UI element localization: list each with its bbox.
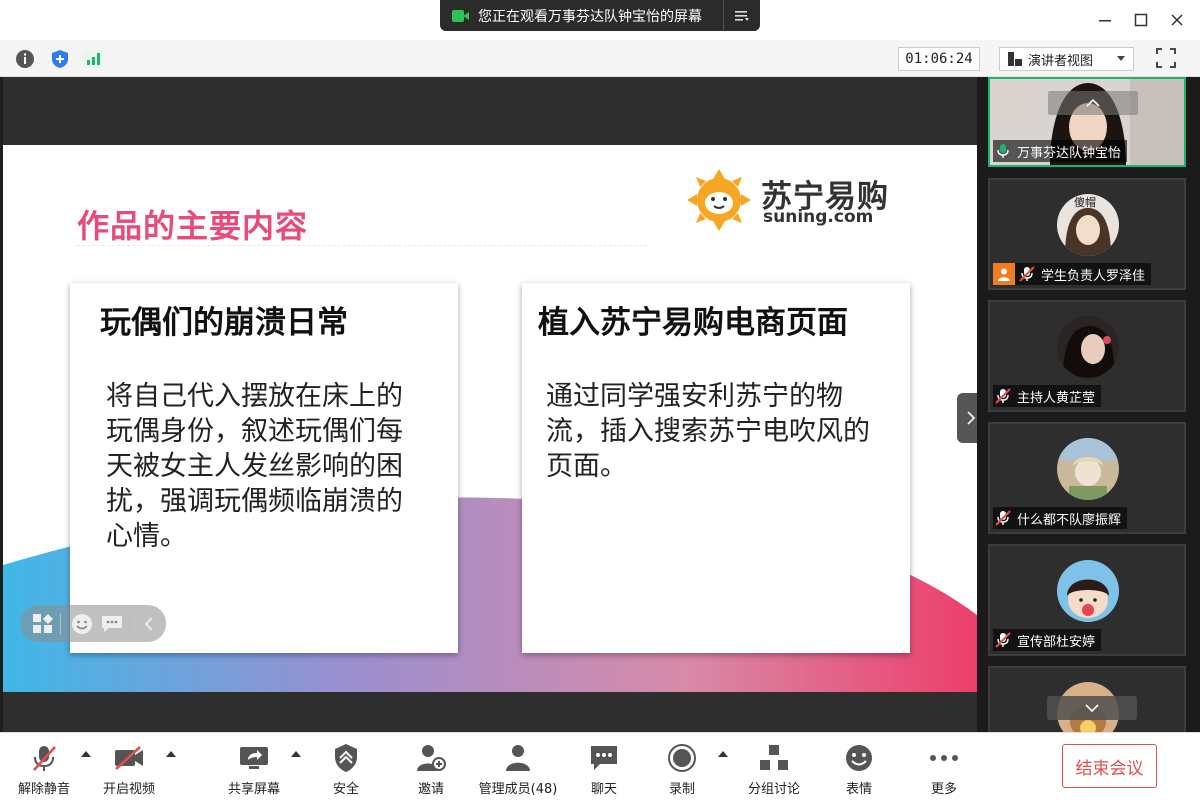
mic-muted-icon — [995, 510, 1011, 526]
mic-muted-icon — [1019, 266, 1035, 282]
content-card-2: 植入苏宁易购电商页面 通过同学强安利苏宁的物流，插入搜索苏宁电吹风的页面。 — [522, 283, 910, 653]
close-button[interactable] — [1167, 10, 1187, 30]
video-tile-3[interactable]: 主持人黄芷莹 — [988, 300, 1186, 412]
floating-annotation-toolbar — [20, 605, 166, 642]
chat-bubble-icon[interactable] — [99, 611, 125, 637]
participant-name-tag: 宣传部杜安婷 — [993, 629, 1102, 651]
participant-name-tag: 万事芬达队钟宝怡 — [993, 140, 1128, 162]
breakout-rooms-button[interactable]: 分组讨论 — [742, 733, 806, 800]
chat-button[interactable]: 聊天 — [574, 733, 634, 800]
network-signal-icon[interactable] — [82, 48, 104, 70]
avatar — [1057, 438, 1119, 500]
chat-icon — [587, 741, 621, 775]
participant-name-tag: 学生负责人罗泽佳 — [993, 263, 1152, 285]
participant-name-tag: 主持人黄芷莹 — [993, 385, 1102, 407]
invite-button[interactable]: 邀请 — [401, 733, 461, 800]
shared-screen: 苏宁易购 suning.com 作品的主要内容 玩偶们的崩溃日常 将自己代入摆放… — [3, 77, 977, 732]
unmute-button[interactable]: 解除静音 — [14, 733, 74, 800]
video-camera-icon — [452, 9, 470, 23]
more-dots-icon — [927, 741, 961, 775]
video-tile-2[interactable]: 傻帽 学生负责人罗泽佳 — [988, 178, 1186, 290]
chevron-up-icon — [1086, 99, 1100, 107]
video-off-icon — [112, 741, 146, 775]
panel-scroll-down[interactable] — [1047, 696, 1137, 720]
suning-logo: 苏宁易购 suning.com — [651, 145, 977, 253]
add-user-icon — [414, 741, 448, 775]
more-button[interactable]: 更多 — [914, 733, 974, 800]
manage-members-button[interactable]: 管理成员(48) — [472, 733, 564, 800]
card-1-heading: 玩偶们的崩溃日常 — [100, 305, 348, 341]
reactions-button[interactable]: 表情 — [829, 733, 889, 800]
share-screen-icon — [237, 741, 271, 775]
avatar — [1057, 316, 1119, 378]
share-screen-button[interactable]: 共享屏幕 — [223, 733, 285, 800]
suning-lion-icon — [687, 169, 751, 231]
meeting-info-icon[interactable] — [14, 48, 36, 70]
end-meeting-button[interactable]: 结束会议 — [1062, 744, 1157, 788]
card-1-body: 将自己代入摆放在床上的玩偶身份，叙述玩偶们每天被女主人发丝影响的困扰，强调玩偶频… — [106, 381, 403, 552]
collapse-left-icon[interactable] — [136, 611, 162, 637]
chevron-down-icon — [1085, 704, 1099, 712]
maximize-button[interactable] — [1131, 10, 1151, 30]
layout-icon — [1008, 52, 1022, 66]
avatar — [1057, 560, 1119, 622]
video-options-caret[interactable] — [166, 751, 176, 757]
apps-icon[interactable] — [30, 611, 56, 637]
emoji-icon[interactable] — [69, 611, 95, 637]
host-badge-icon — [993, 263, 1015, 285]
record-icon — [665, 741, 699, 775]
share-banner-text: 您正在观看万事芬达队钟宝怡的屏幕 — [478, 8, 702, 25]
participant-name-tag: 什么都不队廖振辉 — [993, 507, 1128, 529]
title-bar: 您正在观看万事芬达队钟宝怡的屏幕 — [0, 0, 1200, 40]
video-tile-1[interactable]: 万事芬达队钟宝怡 — [988, 77, 1186, 167]
logo-text-en: suning.com — [763, 207, 874, 227]
view-mode-label: 演讲者视图 — [1028, 53, 1094, 69]
avatar-caption: 傻帽 — [1074, 196, 1096, 209]
content-card-1: 玩偶们的崩溃日常 将自己代入摆放在床上的玩偶身份，叙述玩偶们每天被女主人发丝影响… — [70, 283, 458, 653]
tile-scroll-up[interactable] — [1048, 91, 1138, 115]
card-2-body: 通过同学强安利苏宁的物流，插入搜索苏宁电吹风的页面。 — [546, 381, 870, 482]
security-button[interactable]: 安全 — [316, 733, 376, 800]
meeting-window: 您正在观看万事芬达队钟宝怡的屏幕 01:06:24 演讲者视图 苏宁易购 sun… — [0, 0, 1200, 800]
view-mode-select[interactable]: 演讲者视图 — [999, 47, 1134, 71]
card-2-heading: 植入苏宁易购电商页面 — [538, 305, 848, 341]
mic-muted-icon — [27, 741, 61, 775]
banner-menu-icon[interactable] — [724, 10, 760, 22]
chevron-down-icon — [1117, 56, 1125, 62]
video-tile-4[interactable]: 什么都不队廖振辉 — [988, 422, 1186, 534]
share-banner[interactable]: 您正在观看万事芬达队钟宝怡的屏幕 — [440, 0, 760, 31]
meeting-toolbar: 解除静音 开启视频 共享屏幕 安全 邀请 管理成员(48) 聊天 录制 分组讨论… — [0, 732, 1200, 800]
mic-muted-icon — [995, 388, 1011, 404]
participant-video-panel: 万事芬达队钟宝怡 傻帽 学生负责人罗泽佳 主持人黄芷莹 什么都不队廖振辉 宣传部… — [977, 77, 1200, 732]
chevron-right-icon — [967, 411, 976, 425]
record-button[interactable]: 录制 — [652, 733, 712, 800]
record-options-caret[interactable] — [718, 751, 728, 757]
slide-title: 作品的主要内容 — [77, 207, 309, 245]
mic-muted-icon — [995, 632, 1011, 648]
security-shield-icon[interactable] — [49, 48, 71, 70]
emoji-icon — [842, 741, 876, 775]
fullscreen-icon[interactable] — [1155, 47, 1177, 69]
start-video-button[interactable]: 开启视频 — [98, 733, 160, 800]
shield-icon — [329, 741, 363, 775]
share-options-caret[interactable] — [291, 751, 301, 757]
video-tile-5[interactable]: 宣传部杜安婷 — [988, 544, 1186, 656]
unmute-options-caret[interactable] — [81, 751, 91, 757]
minimize-button[interactable] — [1095, 10, 1115, 30]
mic-on-icon — [995, 143, 1011, 159]
meeting-timer: 01:06:24 — [898, 47, 980, 71]
members-icon — [501, 741, 535, 775]
breakout-rooms-icon — [757, 741, 791, 775]
